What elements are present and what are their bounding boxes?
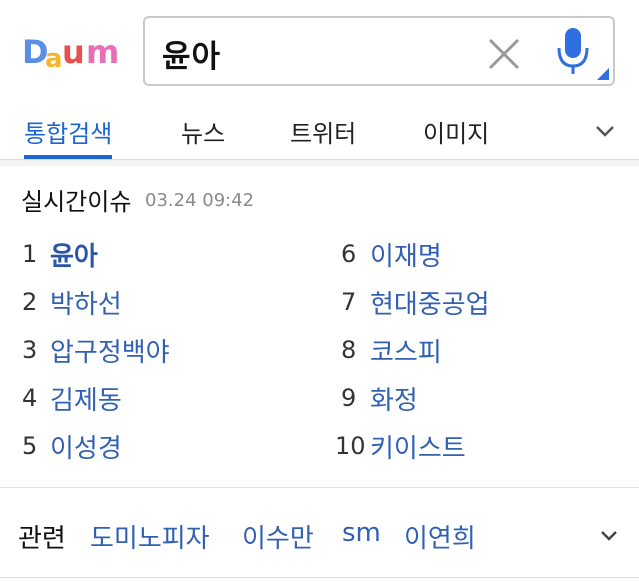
- rank-keyword-link[interactable]: 윤아: [50, 236, 98, 273]
- daum-logo[interactable]: D a u m: [22, 33, 124, 71]
- related-link[interactable]: 이수만: [242, 518, 314, 555]
- chevron-down-icon[interactable]: [596, 522, 622, 548]
- rank-number: 5: [22, 432, 38, 460]
- related-link[interactable]: 이연희: [404, 518, 476, 555]
- svg-text:m: m: [86, 33, 119, 71]
- search-box[interactable]: 윤아: [143, 16, 615, 86]
- rank-keyword-link[interactable]: 키이스트: [370, 428, 466, 465]
- microphone-icon[interactable]: [553, 26, 593, 78]
- related-link[interactable]: sm: [342, 518, 381, 548]
- tab-images[interactable]: 이미지: [423, 114, 489, 158]
- rank-keyword-link[interactable]: 이재명: [370, 236, 442, 273]
- chevron-down-icon[interactable]: [592, 118, 618, 144]
- rank-number: 6: [341, 240, 357, 268]
- rank-keyword-link[interactable]: 이성경: [50, 428, 122, 465]
- search-tabs: 통합검색 뉴스 트위터 이미지: [0, 104, 639, 160]
- rank-keyword-link[interactable]: 화정: [370, 380, 418, 417]
- rank-number: 10: [335, 432, 366, 460]
- realtime-issues-title: 실시간이슈: [21, 188, 132, 216]
- rank-keyword-link[interactable]: 압구정백야: [50, 332, 170, 369]
- svg-text:a: a: [45, 44, 63, 71]
- rank-number: 4: [22, 384, 38, 412]
- related-link[interactable]: 도미노피자: [90, 518, 210, 555]
- header: D a u m 윤아: [0, 0, 639, 104]
- triangle-corner-icon: [597, 68, 609, 80]
- rank-keyword-link[interactable]: 현대중공업: [370, 284, 490, 321]
- rank-keyword-link[interactable]: 박하선: [50, 284, 122, 321]
- search-input[interactable]: 윤아: [162, 31, 221, 76]
- related-searches-bar: 관련 도미노피자 이수만 sm 이연희: [0, 494, 639, 578]
- rank-number: 7: [341, 288, 357, 316]
- rank-number: 2: [22, 288, 38, 316]
- rank-number: 1: [22, 240, 38, 268]
- tab-news[interactable]: 뉴스: [181, 114, 225, 158]
- realtime-issues-panel: 실시간이슈 03.24 09:42 1 윤아 2 박하선 3 압구정백야 4 김…: [0, 166, 639, 488]
- related-label: 관련: [18, 524, 66, 554]
- rank-number: 9: [341, 384, 357, 412]
- rank-number: 3: [22, 336, 38, 364]
- close-icon[interactable]: [485, 35, 523, 73]
- rank-keyword-link[interactable]: 김제동: [50, 380, 122, 417]
- rank-keyword-link[interactable]: 코스피: [370, 332, 442, 369]
- rank-number: 8: [341, 336, 357, 364]
- realtime-issues-timestamp: 03.24 09:42: [145, 190, 255, 211]
- tab-twitter[interactable]: 트위터: [290, 114, 356, 158]
- svg-text:u: u: [62, 33, 85, 71]
- tab-integrated[interactable]: 통합검색: [24, 114, 113, 159]
